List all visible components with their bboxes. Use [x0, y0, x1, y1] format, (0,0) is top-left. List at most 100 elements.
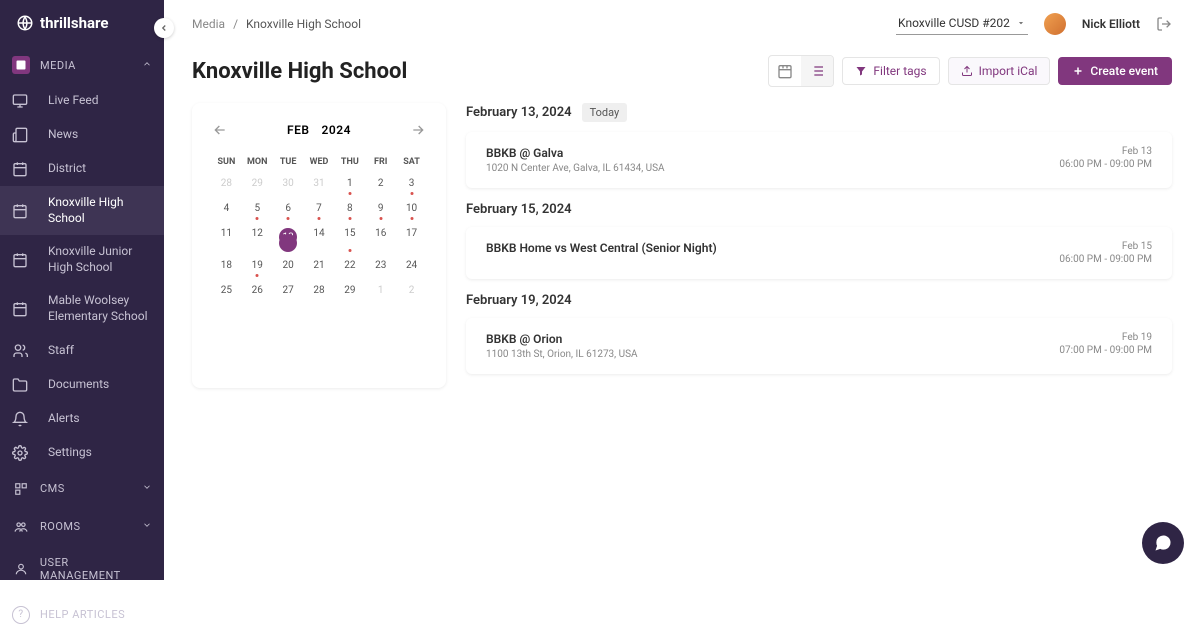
nav-item-icon: [12, 203, 28, 219]
event-date-header: February 15, 2024: [466, 202, 1172, 217]
calendar-dow: FRI: [366, 153, 395, 171]
calendar-day[interactable]: 29: [243, 173, 272, 196]
nav-section-rooms[interactable]: ROOMS: [0, 508, 164, 546]
view-toggle: [768, 55, 834, 87]
chevron-down-icon: [142, 482, 152, 495]
sidebar-item[interactable]: District: [0, 152, 164, 186]
nav-item-icon: [12, 343, 28, 359]
sidebar-item[interactable]: News: [0, 118, 164, 152]
nav-item-icon: [12, 445, 28, 461]
calendar-day[interactable]: 18: [212, 255, 241, 278]
calendar-dow: THU: [335, 153, 364, 171]
calendar-day[interactable]: 12: [243, 223, 272, 253]
chevron-up-icon: [142, 59, 152, 72]
calendar-day[interactable]: 19: [243, 255, 272, 278]
calendar-day[interactable]: 28: [305, 280, 334, 303]
sidebar-item[interactable]: Knoxville Junior High School: [0, 235, 164, 284]
username: Nick Elliott: [1082, 17, 1140, 31]
event-title: BBKB @ Galva: [486, 146, 665, 160]
event-location: 1020 N Center Ave, Galva, IL 61434, USA: [486, 163, 665, 174]
calendar-day[interactable]: 21: [305, 255, 334, 278]
calendar-day[interactable]: 17: [397, 223, 426, 253]
calendar-day[interactable]: 9: [366, 198, 395, 221]
sidebar-item[interactable]: Staff: [0, 334, 164, 368]
calendar-dow: WED: [305, 153, 334, 171]
help-articles-link[interactable]: ? HELP ARTICLES: [0, 592, 164, 638]
calendar-day[interactable]: 20: [274, 255, 303, 278]
nav-section-cms[interactable]: CMS: [0, 470, 164, 508]
event-card[interactable]: BBKB @ Galva 1020 N Center Ave, Galva, I…: [466, 132, 1172, 188]
list-view-button[interactable]: [801, 56, 833, 86]
user-management-icon: [12, 560, 30, 578]
calendar-day[interactable]: 1: [335, 173, 364, 196]
calendar-day[interactable]: 4: [212, 198, 241, 221]
calendar-dow: SUN: [212, 153, 241, 171]
event-card[interactable]: BBKB @ Orion 1100 13th St, Orion, IL 612…: [466, 318, 1172, 374]
calendar-day[interactable]: 29: [335, 280, 364, 303]
sidebar-item[interactable]: Live Feed: [0, 84, 164, 118]
calendar-dow: TUE: [274, 153, 303, 171]
calendar-day[interactable]: 8: [335, 198, 364, 221]
calendar-day[interactable]: 30: [274, 173, 303, 196]
calendar-day[interactable]: 6: [274, 198, 303, 221]
calendar-day[interactable]: 22: [335, 255, 364, 278]
next-month-button[interactable]: [410, 122, 426, 138]
calendar-day[interactable]: 16: [366, 223, 395, 253]
org-selector[interactable]: Knoxville CUSD #202: [896, 12, 1028, 35]
nav-item-icon: [12, 161, 28, 177]
cms-icon: [12, 480, 30, 498]
media-icon: [12, 56, 30, 74]
calendar-day[interactable]: 2: [366, 173, 395, 196]
avatar[interactable]: [1044, 13, 1066, 35]
import-ical-button[interactable]: Import iCal: [948, 57, 1051, 85]
nav-section-media[interactable]: MEDIA: [0, 46, 164, 84]
sidebar-item[interactable]: Settings: [0, 436, 164, 470]
event-short-date: Feb 19: [1059, 332, 1152, 343]
calendar-day[interactable]: 27: [274, 280, 303, 303]
event-title: BBKB @ Orion: [486, 332, 638, 346]
event-time: 06:00 PM - 09:00 PM: [1059, 159, 1152, 170]
calendar-view-button[interactable]: [769, 56, 801, 86]
nav-item-icon: [12, 93, 28, 109]
calendar-day[interactable]: 13: [274, 223, 303, 253]
main-area: Media / Knoxville High School Knoxville …: [164, 0, 1200, 580]
brand-text: thrillshare: [40, 14, 108, 32]
nav-item-icon: [12, 411, 28, 427]
calendar-day[interactable]: 23: [366, 255, 395, 278]
collapse-sidebar-button[interactable]: [154, 18, 174, 38]
calendar-day[interactable]: 25: [212, 280, 241, 303]
calendar-day[interactable]: 15: [335, 223, 364, 253]
chat-fab[interactable]: [1142, 522, 1184, 564]
logout-icon[interactable]: [1156, 16, 1172, 32]
filter-icon: [855, 65, 867, 77]
calendar-day[interactable]: 24: [397, 255, 426, 278]
calendar-day[interactable]: 1: [366, 280, 395, 303]
calendar-day[interactable]: 11: [212, 223, 241, 253]
sidebar-item[interactable]: Alerts: [0, 402, 164, 436]
brand-logo[interactable]: thrillshare: [0, 0, 164, 46]
prev-month-button[interactable]: [212, 122, 228, 138]
upload-icon: [961, 65, 973, 77]
breadcrumb: Media / Knoxville High School: [192, 17, 361, 31]
calendar-day[interactable]: 28: [212, 173, 241, 196]
filter-tags-button[interactable]: Filter tags: [842, 57, 939, 85]
breadcrumb-current: Knoxville High School: [246, 17, 361, 31]
calendar-day[interactable]: 10: [397, 198, 426, 221]
calendar-day[interactable]: 5: [243, 198, 272, 221]
create-event-button[interactable]: Create event: [1058, 57, 1172, 85]
sidebar-item[interactable]: Documents: [0, 368, 164, 402]
breadcrumb-root[interactable]: Media: [192, 17, 225, 31]
calendar-card: FEB 2024 SUNMONTUEWEDTHUFRISAT2829303112…: [192, 103, 446, 388]
calendar-day[interactable]: 7: [305, 198, 334, 221]
calendar-day[interactable]: 31: [305, 173, 334, 196]
event-date-header: February 13, 2024Today: [466, 103, 1172, 122]
calendar-day[interactable]: 3: [397, 173, 426, 196]
sidebar-item[interactable]: Knoxville High School: [0, 186, 164, 235]
calendar-day[interactable]: 14: [305, 223, 334, 253]
calendar-day[interactable]: 2: [397, 280, 426, 303]
nav-section-user-management[interactable]: USER MANAGEMENT: [0, 546, 164, 592]
sidebar-item[interactable]: Mable Woolsey Elementary School: [0, 284, 164, 333]
plus-icon: [1072, 65, 1084, 77]
calendar-day[interactable]: 26: [243, 280, 272, 303]
event-card[interactable]: BBKB Home vs West Central (Senior Night)…: [466, 227, 1172, 279]
